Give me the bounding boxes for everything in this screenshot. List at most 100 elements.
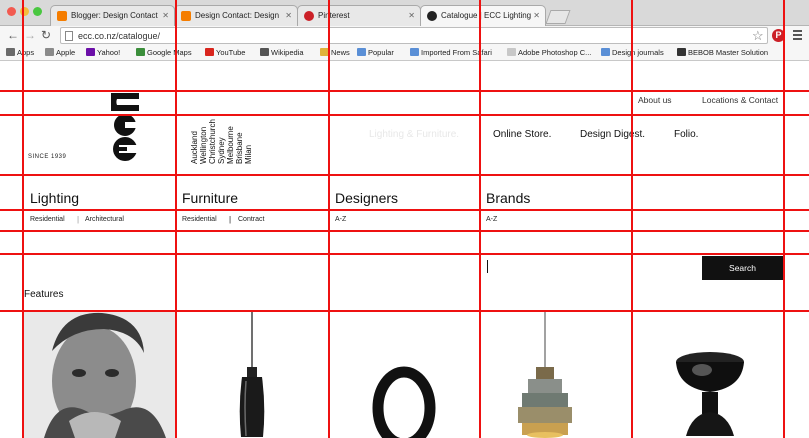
bookmark-label: News: [331, 48, 350, 57]
browser-tab[interactable]: Blogger: Design Contact ✕: [50, 5, 175, 26]
brass-pendant-image[interactable]: [510, 311, 580, 438]
grid-overlay-hline: [0, 253, 809, 255]
folder-icon: [357, 48, 366, 56]
divider: |: [229, 215, 232, 224]
category-brands[interactable]: Brands: [486, 190, 530, 206]
bookmark-label: Wikipedia: [271, 48, 304, 57]
yahoo-icon: [86, 48, 95, 56]
grid-overlay-hline: [0, 90, 809, 92]
google-maps-icon: [136, 48, 145, 56]
search-button[interactable]: Search: [702, 256, 783, 280]
browser-tab-active[interactable]: Catalogue | ECC Lighting ✕: [420, 5, 546, 26]
nav-lighting-furniture[interactable]: Lighting & Furniture.: [369, 129, 459, 140]
ecc-logo[interactable]: [109, 91, 141, 163]
bookmark-label: Apple: [56, 48, 76, 57]
grid-overlay-hline: [0, 174, 809, 176]
divider: |: [77, 215, 80, 224]
forward-icon[interactable]: →: [24, 26, 36, 44]
bookmark-label: Imported From Safari: [421, 48, 492, 57]
features-heading: Features: [24, 289, 64, 300]
bookmark-label: Apps: [17, 48, 35, 57]
designer-portrait-image[interactable]: [24, 311, 175, 438]
page-icon: [427, 11, 437, 21]
browser-tab[interactable]: Design Contact: Design ✕: [174, 5, 298, 26]
search-input[interactable]: [487, 260, 488, 273]
lighting-residential-link[interactable]: Residential: [30, 216, 65, 223]
address-bar[interactable]: ecc.co.nz/catalogue/: [60, 27, 768, 44]
designers-az-link[interactable]: A-Z: [335, 216, 346, 223]
grid-overlay-vline: [175, 0, 177, 438]
lighting-architectural-link[interactable]: Architectural: [85, 216, 124, 223]
bookmark-yahoo[interactable]: Yahoo!: [86, 45, 120, 60]
page-icon: [65, 31, 73, 41]
nav-online-store[interactable]: Online Store.: [493, 129, 551, 140]
close-tab-icon[interactable]: ✕: [162, 6, 169, 26]
bookmark-news[interactable]: News: [320, 45, 350, 60]
folder-icon: [601, 48, 610, 56]
tab-title: Pinterest: [318, 11, 350, 20]
grid-overlay-vline: [22, 0, 24, 438]
bookmark-youtube[interactable]: YouTube: [205, 45, 245, 60]
bookmark-label: Adobe Photoshop C...: [518, 48, 592, 57]
browser-tab-bar: Blogger: Design Contact ✕ Design Contact…: [0, 0, 809, 26]
apps-icon: [6, 48, 15, 56]
browser-tab[interactable]: Pinterest ✕: [297, 5, 421, 26]
brand-logo-image[interactable]: [368, 360, 440, 438]
back-icon[interactable]: ←: [7, 26, 19, 44]
furniture-residential-link[interactable]: Residential: [182, 216, 217, 223]
bookmark-google-maps[interactable]: Google Maps: [136, 45, 192, 60]
grid-overlay-hline: [0, 114, 809, 116]
window-zoom-button[interactable]: [33, 7, 42, 16]
bookmark-label: BEBOB Master Solution: [688, 48, 769, 57]
category-lighting[interactable]: Lighting: [30, 190, 79, 206]
about-us-link[interactable]: About us: [638, 95, 672, 105]
grid-overlay-hline: [0, 209, 809, 211]
menu-icon[interactable]: [793, 30, 802, 42]
blogger-icon: [57, 11, 67, 21]
tab-title: Design Contact: Design: [195, 11, 280, 20]
grid-overlay-vline: [631, 0, 633, 438]
url-text: ecc.co.nz/catalogue/: [78, 31, 161, 41]
grid-overlay-hline: [0, 310, 809, 312]
bookmark-bebob[interactable]: BEBOB Master Solution: [677, 45, 768, 60]
apple-icon: [45, 48, 54, 56]
category-designers[interactable]: Designers: [335, 190, 398, 206]
bookmark-adobe-photoshop[interactable]: Adobe Photoshop C...: [507, 45, 591, 60]
close-tab-icon[interactable]: ✕: [408, 6, 415, 26]
brands-az-link[interactable]: A-Z: [486, 216, 497, 223]
grid-overlay-hline: [0, 230, 809, 232]
pinterest-icon: [304, 11, 314, 21]
category-furniture[interactable]: Furniture: [182, 190, 238, 206]
bookmark-popular[interactable]: Popular: [357, 45, 394, 60]
furniture-contract-link[interactable]: Contract: [238, 216, 264, 223]
locations-contact-link[interactable]: Locations & Contact: [702, 95, 778, 105]
pendant-lamp-image[interactable]: [220, 311, 284, 438]
window-close-button[interactable]: [7, 7, 16, 16]
close-tab-icon[interactable]: ✕: [533, 6, 540, 26]
close-tab-icon[interactable]: ✕: [285, 6, 292, 26]
bebob-icon: [677, 48, 686, 56]
folder-icon: [410, 48, 419, 56]
bookmark-label: Design journals: [612, 48, 664, 57]
nav-folio[interactable]: Folio.: [674, 129, 698, 140]
nav-design-digest[interactable]: Design Digest.: [580, 129, 645, 140]
new-tab-button[interactable]: [545, 10, 571, 24]
blogger-icon: [181, 11, 191, 21]
browser-toolbar: ← → ↻ ecc.co.nz/catalogue/: [0, 26, 809, 45]
youtube-icon: [205, 48, 214, 56]
grid-overlay-vline: [328, 0, 330, 438]
bookmark-apple[interactable]: Apple: [45, 45, 75, 60]
bookmark-apps[interactable]: Apps: [6, 45, 34, 60]
bookmark-star-icon[interactable]: ☆: [752, 27, 764, 44]
reload-icon[interactable]: ↻: [41, 26, 51, 44]
bookmarks-bar: Apps Apple Yahoo! Google Maps YouTube Wi…: [0, 45, 809, 61]
bookmark-wikipedia[interactable]: Wikipedia: [260, 45, 304, 60]
page-icon: [507, 48, 516, 56]
bookmark-label: YouTube: [216, 48, 246, 57]
bookmark-label: Google Maps: [147, 48, 192, 57]
grid-overlay-vline: [479, 0, 481, 438]
tab-title: Catalogue | ECC Lighting: [441, 11, 532, 20]
black-side-table-image[interactable]: [672, 340, 748, 438]
bookmark-label: Popular: [368, 48, 394, 57]
since-tagline: SINCE 1939: [28, 154, 67, 160]
